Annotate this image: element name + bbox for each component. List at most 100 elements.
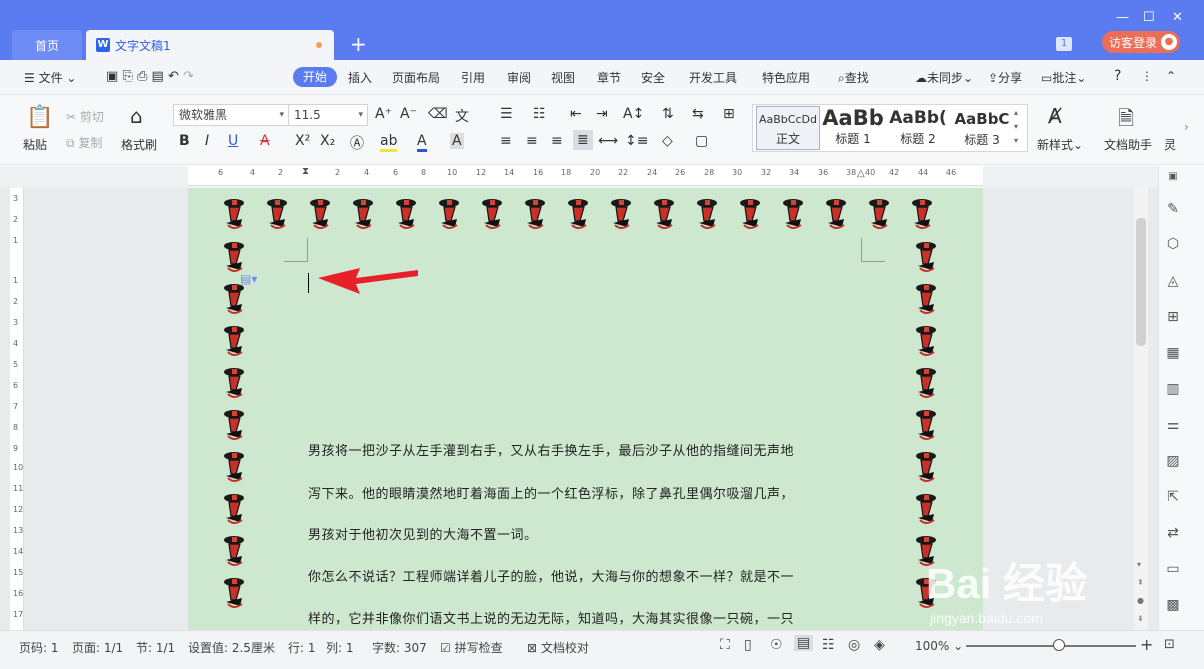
cut-button[interactable]: ✂ 剪切 <box>66 108 104 125</box>
menu-insert[interactable]: 插入 <box>348 69 372 86</box>
align-left-icon[interactable]: ≡ <box>500 133 512 149</box>
collapse-ribbon-icon[interactable]: ⌃ <box>1166 69 1176 83</box>
align-center-icon[interactable]: ≡ <box>526 133 538 149</box>
zoom-slider-knob[interactable] <box>1053 639 1065 651</box>
clear-format-icon[interactable]: ⌫ <box>428 106 448 122</box>
bullets-icon[interactable]: ☰ <box>500 106 513 122</box>
translate-icon[interactable]: ⇄ <box>1164 524 1182 542</box>
status-col[interactable]: 列: 1 <box>326 639 354 656</box>
minimize-button[interactable]: — <box>1116 10 1129 25</box>
decrease-indent-icon[interactable]: ⇤ <box>570 106 582 122</box>
export-icon[interactable]: ⎘ <box>122 69 132 84</box>
help-button[interactable]: ? <box>1114 68 1121 84</box>
new-tab-button[interactable]: + <box>350 33 367 55</box>
subscript-icon[interactable]: X₂ <box>320 133 335 149</box>
menu-sync[interactable]: ☁未同步⌄ <box>915 69 973 86</box>
shapes-icon[interactable]: ⬡ <box>1164 235 1182 253</box>
fit-page-icon[interactable]: ⊡ <box>1164 637 1175 652</box>
italic-button[interactable]: I <box>205 133 209 149</box>
copy-button[interactable]: ⧉ 复制 <box>66 134 102 151</box>
zoom-in-icon[interactable]: + <box>1140 635 1153 654</box>
eye-mode-icon[interactable]: ☉ <box>770 637 783 653</box>
zoom-level-select[interactable]: 100% ⌄ <box>915 639 963 653</box>
paragraph-menu-icon[interactable]: ▤▾ <box>240 272 257 286</box>
bold-button[interactable]: B <box>179 133 190 149</box>
status-word-count[interactable]: 字数: 307 <box>372 639 427 656</box>
style-heading2[interactable]: AaBb( 标题 2 <box>886 106 950 150</box>
distribute-icon[interactable]: ⟷ <box>598 133 618 149</box>
text-direction-icon[interactable]: A↕ <box>623 106 644 122</box>
numbering-icon[interactable]: ☷ <box>533 106 546 122</box>
status-page-code[interactable]: 页码: 1 <box>19 639 59 656</box>
menu-view[interactable]: 视图 <box>551 69 575 86</box>
paragraph-line[interactable]: 你怎么不说话？工程师端详着儿子的脸，他说，大海与你的想象不一样？就是不一 <box>308 566 868 585</box>
style-heading1[interactable]: AaBb 标题 1 <box>822 106 884 150</box>
maximize-button[interactable]: ☐ <box>1143 10 1155 25</box>
menu-start[interactable]: 开始 <box>293 67 337 87</box>
menu-review[interactable]: 审阅 <box>507 69 531 86</box>
underline-button[interactable]: U <box>228 133 238 149</box>
next-page-icon[interactable]: ⇟ <box>1137 614 1144 623</box>
outline-view-icon[interactable]: ☷ <box>822 637 835 653</box>
gallery-icon[interactable]: ▩ <box>1164 596 1182 614</box>
menu-search[interactable]: ⌕查找 <box>838 69 869 86</box>
highlight-icon[interactable]: ab <box>380 133 398 152</box>
menu-layout[interactable]: 页面布局 <box>392 69 440 86</box>
sort-icon[interactable]: ⇅ <box>662 106 674 122</box>
menu-security[interactable]: 安全 <box>641 69 665 86</box>
font-size-select[interactable]: 11.5 ▾ <box>288 104 368 126</box>
border-icon[interactable]: ▢ <box>695 133 708 149</box>
panel-toggle-icon[interactable]: ▣ <box>1164 168 1182 186</box>
line-spacing-icon[interactable]: ↕≡ <box>625 133 648 149</box>
spell-check-button[interactable]: ☑ 拼写检查 <box>440 639 503 656</box>
share-icon[interactable]: ⇱ <box>1164 488 1182 506</box>
select-browse-icon[interactable]: ● <box>1137 596 1144 605</box>
close-button[interactable]: ✕ <box>1172 10 1183 25</box>
document-page[interactable]: ▤▾ 男孩将一把沙子从左手灌到右手，又从右手换左手，最后沙子从他的指缝间无声地 … <box>188 188 983 630</box>
font-name-select[interactable]: 微软雅黑 ▾ <box>173 104 289 126</box>
print-icon[interactable]: ⎙ <box>137 69 147 84</box>
format-painter-icon[interactable]: ⌂ <box>130 104 143 128</box>
shrink-font-icon[interactable]: A⁻ <box>400 106 417 122</box>
right-indent-marker-icon[interactable]: △ <box>857 168 865 179</box>
tab-home[interactable]: 首页 <box>12 30 82 60</box>
shading-icon[interactable]: ◇ <box>662 133 673 149</box>
paragraph-line[interactable]: 样的，它并非像你们语文书上说的无边无际，知道吗，大海其实很像一只碗，一只 <box>308 608 868 627</box>
save-icon[interactable]: ▣ <box>106 69 118 84</box>
menu-section[interactable]: 章节 <box>597 69 621 86</box>
paragraph-line[interactable]: 泻下来。他的眼睛漠然地盯着海面上的一个红色浮标，除了鼻孔里偶尔吸溜几声， <box>308 483 868 502</box>
menu-share[interactable]: ⇪分享 <box>988 69 1022 86</box>
archive-icon[interactable]: ▭ <box>1164 560 1182 578</box>
window-count-badge[interactable]: 1 <box>1056 37 1072 51</box>
paragraph-line[interactable]: 男孩将一把沙子从左手灌到右手，又从右手换左手，最后沙子从他的指缝间无声地 <box>308 440 868 459</box>
chart-icon[interactable]: ▥ <box>1164 380 1182 398</box>
grow-font-icon[interactable]: A⁺ <box>375 106 392 122</box>
proofread-button[interactable]: ⊠ 文档校对 <box>527 639 589 656</box>
paste-button[interactable]: 粘贴 <box>23 136 47 153</box>
style-gallery-scroll[interactable]: ▴ ▾ ▾ <box>1014 106 1018 148</box>
adjust-icon[interactable]: ⚌ <box>1164 416 1182 434</box>
more-menu-icon[interactable]: ⋮ <box>1141 69 1153 83</box>
menu-reference[interactable]: 引用 <box>461 69 485 86</box>
text-effect-icon[interactable]: Ⓐ <box>350 133 364 153</box>
char-shading-icon[interactable]: A <box>450 133 464 149</box>
new-style-icon[interactable]: Ⱥ <box>1048 104 1062 128</box>
indent-marker-icon[interactable]: ⧗ <box>302 166 309 177</box>
table-icon[interactable]: ⊞ <box>1164 308 1182 326</box>
fill-icon[interactable]: ◬ <box>1164 272 1182 290</box>
doc-helper-icon[interactable]: 🗎 <box>1118 104 1134 138</box>
style-normal[interactable]: AaBbCcDd 正文 <box>756 106 820 150</box>
style-heading3[interactable]: AaBbC 标题 3 <box>952 106 1012 150</box>
scrollbar-thumb[interactable] <box>1136 218 1146 346</box>
scroll-down-icon[interactable]: ▾ <box>1137 560 1141 569</box>
protect-eye-icon[interactable]: ◈ <box>874 637 885 653</box>
menu-developer[interactable]: 开发工具 <box>689 69 737 86</box>
new-style-button[interactable]: 新样式⌄ <box>1037 136 1083 153</box>
paragraph-line[interactable]: 男孩对于他初次见到的大海不置一词。 <box>308 524 868 543</box>
zoom-slider-track[interactable] <box>966 645 1136 647</box>
paste-icon[interactable]: 📋 <box>26 105 53 130</box>
reading-mode-icon[interactable]: ▯ <box>744 637 752 653</box>
ribbon-scroll-right-icon[interactable]: › <box>1184 120 1189 134</box>
tab-document[interactable]: W 文字文稿1 <box>86 30 334 60</box>
menu-special[interactable]: 特色应用 <box>762 69 810 86</box>
